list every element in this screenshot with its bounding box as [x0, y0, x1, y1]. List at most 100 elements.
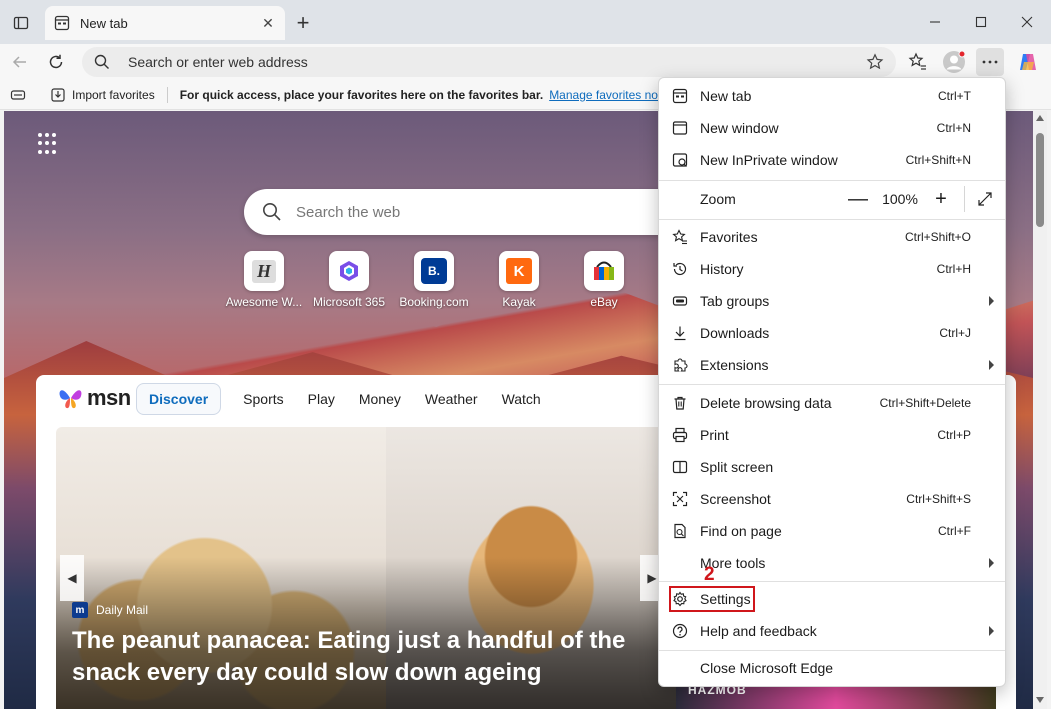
article-source: m Daily Mail	[72, 602, 148, 618]
quick-link-label: eBay	[590, 295, 618, 309]
annotation-step-number: 2	[704, 564, 715, 585]
ebay-icon	[584, 251, 624, 291]
quick-link-label: Booking.com	[399, 295, 469, 309]
title-bar: New tab ✕ +	[0, 0, 1051, 44]
menu-item-shortcut: Ctrl+P	[937, 428, 971, 442]
back-arrow-icon	[12, 56, 26, 68]
kayak-icon: K	[499, 251, 539, 291]
fullscreen-icon	[978, 192, 992, 206]
address-bar[interactable]: Search or enter web address	[82, 47, 896, 77]
source-name: Daily Mail	[96, 603, 149, 617]
refresh-button[interactable]	[42, 48, 70, 76]
microsoft-365-icon	[329, 251, 369, 291]
menu-item-new-tab[interactable]: New tab Ctrl+T	[659, 81, 1005, 111]
address-input[interactable]: Search or enter web address	[128, 54, 864, 70]
msn-logo[interactable]: msn	[58, 385, 131, 411]
import-favorites-label: Import favorites	[72, 87, 155, 102]
settings-and-more-menu: New tab Ctrl+T New window Ctrl+N New InP…	[658, 77, 1006, 687]
tab-close-button[interactable]: ✕	[259, 14, 277, 32]
profile-button[interactable]	[940, 48, 968, 76]
menu-item-screenshot[interactable]: Screenshot Ctrl+Shift+S	[659, 484, 1005, 514]
split-screen-icon	[671, 458, 689, 476]
menu-item-help-and-feedback[interactable]: Help and feedback	[659, 616, 1005, 646]
zoom-in-button[interactable]: +	[930, 188, 952, 210]
feed-tab-weather[interactable]: Weather	[425, 391, 478, 407]
menu-item-extensions[interactable]: Extensions	[659, 350, 1005, 380]
add-favorite-star-icon[interactable]	[864, 51, 886, 73]
sidebar-toggle-button[interactable]	[8, 10, 34, 36]
fullscreen-button[interactable]	[974, 188, 996, 210]
article-headline[interactable]: The peanut panacea: Eating just a handfu…	[72, 625, 632, 689]
menu-item-shortcut: Ctrl+Shift+N	[905, 153, 971, 167]
quick-link-booking[interactable]: B. Booking.com	[392, 251, 476, 309]
page-scrollbar[interactable]	[1033, 111, 1047, 709]
menu-item-find-on-page[interactable]: Find on page Ctrl+F	[659, 516, 1005, 546]
copilot-button[interactable]	[1014, 48, 1042, 76]
menu-item-label: New tab	[700, 88, 752, 104]
feed-tab-discover[interactable]: Discover	[136, 383, 222, 415]
back-button[interactable]	[6, 48, 34, 76]
feed-tab-sports[interactable]: Sports	[243, 391, 283, 407]
quick-link-ebay[interactable]: eBay	[562, 251, 646, 309]
menu-item-delete-browsing-data[interactable]: Delete browsing data Ctrl+Shift+Delete	[659, 388, 1005, 418]
menu-item-shortcut: Ctrl+J	[939, 326, 971, 340]
menu-item-tab-groups[interactable]: Tab groups	[659, 286, 1005, 316]
scroll-down-arrow[interactable]	[1036, 697, 1044, 703]
feed-tab-watch[interactable]: Watch	[502, 391, 541, 407]
quick-links: H Awesome W... Microsoft 365 B. Booking.…	[222, 251, 662, 311]
menu-item-label: Delete browsing data	[700, 395, 832, 411]
menu-separator	[659, 180, 1005, 181]
menu-item-new-inprivate-window[interactable]: New InPrivate window Ctrl+Shift+N	[659, 145, 1005, 175]
import-icon	[51, 87, 65, 102]
quick-link-kayak[interactable]: K Kayak	[477, 251, 561, 309]
tab-title: New tab	[80, 15, 128, 31]
more-dots-icon	[982, 60, 998, 64]
menu-item-shortcut: Ctrl+T	[938, 89, 971, 103]
submenu-arrow-icon	[989, 360, 994, 370]
submenu-arrow-icon	[989, 296, 994, 306]
feed-tab-play[interactable]: Play	[308, 391, 335, 407]
awesome-screenshot-icon: H	[244, 251, 284, 291]
menu-item-downloads[interactable]: Downloads Ctrl+J	[659, 318, 1005, 348]
favorites-button[interactable]	[904, 48, 932, 76]
tab-new-tab[interactable]: New tab ✕	[45, 6, 285, 40]
quick-link-microsoft-365[interactable]: Microsoft 365	[307, 251, 391, 309]
menu-item-history[interactable]: History Ctrl+H	[659, 254, 1005, 284]
navigation-bar: Search or enter web address	[0, 44, 1051, 80]
zoom-out-button[interactable]: —	[847, 188, 869, 210]
menu-separator	[659, 650, 1005, 651]
app-launcher-button[interactable]	[38, 133, 60, 155]
close-window-button[interactable]	[1010, 8, 1044, 36]
menu-item-shortcut: Ctrl+F	[938, 524, 971, 538]
menu-item-new-window[interactable]: New window Ctrl+N	[659, 113, 1005, 143]
daily-mail-icon: m	[72, 602, 88, 618]
annotation-highlight-box	[669, 586, 755, 612]
settings-and-more-button[interactable]	[976, 48, 1004, 76]
import-favorites-button[interactable]: Import favorites	[50, 87, 155, 103]
new-tab-button[interactable]: +	[291, 10, 315, 35]
maximize-icon	[975, 16, 987, 28]
new-tab-page-icon	[53, 14, 71, 32]
refresh-icon	[49, 54, 63, 69]
screenshot-icon	[671, 490, 689, 508]
web-search-input[interactable]: Search the web	[296, 204, 400, 221]
favorites-icon	[671, 228, 689, 246]
hero-article[interactable]: ◀ ▶ m Daily Mail The peanut panacea: Eat…	[56, 427, 676, 709]
menu-item-label: New window	[700, 120, 779, 136]
find-icon	[671, 522, 689, 540]
carousel-prev-button[interactable]: ◀	[60, 555, 84, 601]
scroll-thumb[interactable]	[1036, 133, 1044, 227]
manage-favorites-link[interactable]: Manage favorites now	[549, 88, 666, 102]
menu-item-favorites[interactable]: Favorites Ctrl+Shift+O	[659, 222, 1005, 252]
menu-item-label: Close Microsoft Edge	[700, 660, 834, 676]
menu-item-print[interactable]: Print Ctrl+P	[659, 420, 1005, 450]
favorites-bar-toggle-icon[interactable]	[10, 87, 26, 103]
more-tools-spacer	[671, 554, 689, 572]
menu-item-close-microsoft-edge[interactable]: Close Microsoft Edge	[659, 653, 1005, 683]
feed-tab-money[interactable]: Money	[359, 391, 401, 407]
quick-link-awesome[interactable]: H Awesome W...	[222, 251, 306, 309]
scroll-up-arrow[interactable]	[1036, 115, 1044, 121]
minimize-button[interactable]	[918, 8, 952, 36]
menu-item-split-screen[interactable]: Split screen	[659, 452, 1005, 482]
maximize-button[interactable]	[964, 8, 998, 36]
